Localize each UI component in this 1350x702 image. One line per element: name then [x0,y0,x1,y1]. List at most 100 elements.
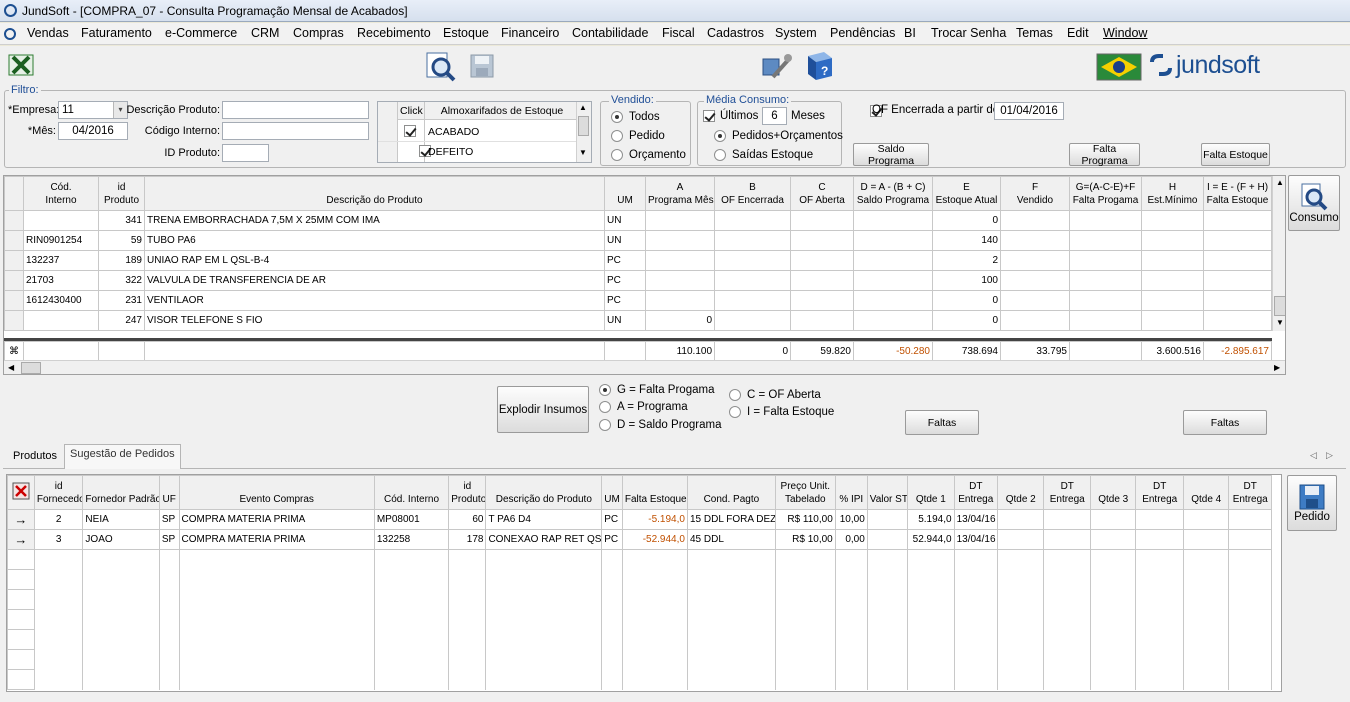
grid1-cell[interactable]: 140 [932,230,1001,251]
grid1-cell[interactable] [1141,310,1204,331]
grid2-row[interactable]: → 3 JOAO SP COMPRA MATERIA PRIMA 132258 178 CON… [7,529,1272,550]
grid2-header[interactable]: Preço Unit. Tabelado [774,475,836,510]
menu-crm[interactable]: CRM [251,26,279,40]
vendido-todos-radio[interactable]: Todos [611,111,660,123]
grid1-cell[interactable] [1000,270,1070,291]
grid1-cell[interactable] [790,230,854,251]
grid2-cell[interactable]: 52.944,0 [907,529,955,550]
explodir-insumos-button[interactable]: Explodir Insumos [497,386,589,433]
grid2-header[interactable]: DT Entrega [953,475,998,510]
row-arrow-icon[interactable]: → [14,512,27,527]
row-arrow-icon[interactable]: → [14,532,27,547]
grid1-cell[interactable] [1203,270,1272,291]
grid1-row-selector[interactable] [4,310,24,331]
grid2-cell[interactable]: PC [601,509,623,530]
grid1-cell[interactable] [714,250,791,271]
grid2-cell[interactable]: 13/04/16 [953,509,998,530]
grid2-cell[interactable] [1135,509,1184,530]
i-falta-estoque-radio[interactable]: I = Falta Estoque [729,406,834,418]
grid1-cell[interactable] [23,310,99,331]
grid1-cell[interactable] [853,210,933,231]
grid2-cell[interactable] [1089,529,1137,550]
menu-window[interactable]: Window [1103,26,1147,40]
menu-vendas[interactable]: Vendas [27,26,69,40]
grid1-cell[interactable]: VISOR TELEFONE S FIO [144,310,605,331]
grid2-cell[interactable] [1182,529,1230,550]
grid1-cell[interactable]: PC [604,270,646,291]
grid2-cell[interactable]: NEIA [82,509,160,530]
grid1-cell[interactable]: VALVULA DE TRANSFERENCIA DE AR [144,270,605,291]
menu-edit[interactable]: Edit [1067,26,1089,40]
grid2-cell[interactable]: COMPRA MATERIA PRIMA [178,529,375,550]
grid1-vscrollbar[interactable]: ▲ ▼ [1272,176,1285,331]
scroll-down-icon[interactable]: ▼ [1276,318,1284,327]
almox-checkbox-acabado[interactable] [404,125,416,137]
excel-export-button[interactable] [6,51,36,79]
grid2-cell[interactable]: CONEXAO RAP RET QS [485,529,603,550]
grid1-row-selector[interactable] [4,270,24,291]
grid2-header[interactable]: id Produto [448,475,487,510]
grid1-row-selector[interactable] [4,230,24,251]
grid2-cell[interactable]: MP08001 [373,509,450,530]
grid1-cell[interactable] [1069,270,1142,291]
grid1-cell[interactable]: 0 [932,310,1001,331]
grid1-cell[interactable] [645,290,715,311]
grid1-cell[interactable]: 231 [98,290,145,311]
grid2-header[interactable]: Cód. Interno [373,475,450,510]
grid1-cell[interactable] [23,210,99,231]
grid1-cell[interactable]: PC [604,250,646,271]
grid2-header[interactable]: id Fornecedor [33,475,84,510]
c-of-aberta-radio[interactable]: C = OF Aberta [729,389,821,401]
grid1-cell[interactable] [790,210,854,231]
grid2-header[interactable]: UF [158,475,180,510]
grid1-cell[interactable] [1000,250,1070,271]
grid1-cell[interactable] [1203,310,1272,331]
scroll-down-icon[interactable]: ▼ [579,148,587,157]
grid2-header[interactable]: Qtde 3 [1089,475,1137,510]
grid2-row[interactable]: → 2 NEIA SP COMPRA MATERIA PRIMA MP08001 60 T P… [7,509,1272,530]
grid2-cell[interactable]: JOAO [82,529,160,550]
tab-produtos[interactable]: Produtos [7,446,64,468]
grid1-cell[interactable]: 0 [932,210,1001,231]
grid2-cell[interactable]: 2 [33,509,84,530]
grid1-cell[interactable] [853,310,933,331]
tab-sugestao-pedidos[interactable]: Sugestão de Pedidos [64,444,181,469]
of-encerrada-date-input[interactable]: 01/04/2016 [994,102,1064,120]
search-button[interactable] [423,49,459,83]
grid1-cell[interactable] [645,230,715,251]
delete-x-icon[interactable] [12,482,30,500]
grid1-header[interactable]: Descrição do Produto [144,176,605,211]
grid1-cell[interactable]: 322 [98,270,145,291]
grid1-cell[interactable] [790,310,854,331]
grid2-header[interactable]: DT Entrega [1135,475,1184,510]
grid1-cell[interactable]: RIN0901254 [23,230,99,251]
grid1-header[interactable]: UM [604,176,646,211]
grid2-cell[interactable]: 178 [448,529,487,550]
grid2-cell[interactable]: R$ 10,00 [774,529,836,550]
grid1-cell[interactable]: UNIAO RAP EM L QSL-B-4 [144,250,605,271]
falta-programa-button[interactable]: Falta Programa [1069,143,1140,167]
grid1-cell[interactable] [645,250,715,271]
menu-ecommerce[interactable]: e-Commerce [165,26,237,40]
grid2-cell[interactable]: R$ 110,00 [774,509,836,530]
grid1-cell[interactable] [853,270,933,291]
grid2-cell[interactable]: -5.194,0 [621,509,688,530]
grid1-header[interactable]: G=(A-C-E)+F Falta Progama [1069,176,1142,211]
grid1-cell[interactable] [1141,290,1204,311]
menu-estoque[interactable]: Estoque [443,26,489,40]
grid1-row[interactable]: 132237 189 UNIAO RAP EM L QSL-B-4 PC 2 [4,250,1272,271]
vendido-orcamento-radio[interactable]: Orçamento [611,149,686,161]
menu-fiscal[interactable]: Fiscal [662,26,695,40]
tools-button[interactable] [758,50,794,82]
grid1-cell[interactable] [790,290,854,311]
grid1-cell[interactable] [790,250,854,271]
grid2-cell[interactable]: 13/04/16 [953,529,998,550]
grid2-row-selector[interactable]: → [7,509,35,530]
grid1-cell[interactable] [1000,210,1070,231]
grid2-cell[interactable]: T PA6 D4 [485,509,603,530]
grid2-header[interactable]: Qtde 2 [996,475,1045,510]
grid2-header[interactable]: Qtde 4 [1182,475,1230,510]
save-button[interactable] [467,51,497,81]
grid1-row[interactable]: 341 TRENA EMBORRACHADA 7,5M X 25MM COM IM… [4,210,1272,231]
grid1-cell[interactable] [1203,250,1272,271]
